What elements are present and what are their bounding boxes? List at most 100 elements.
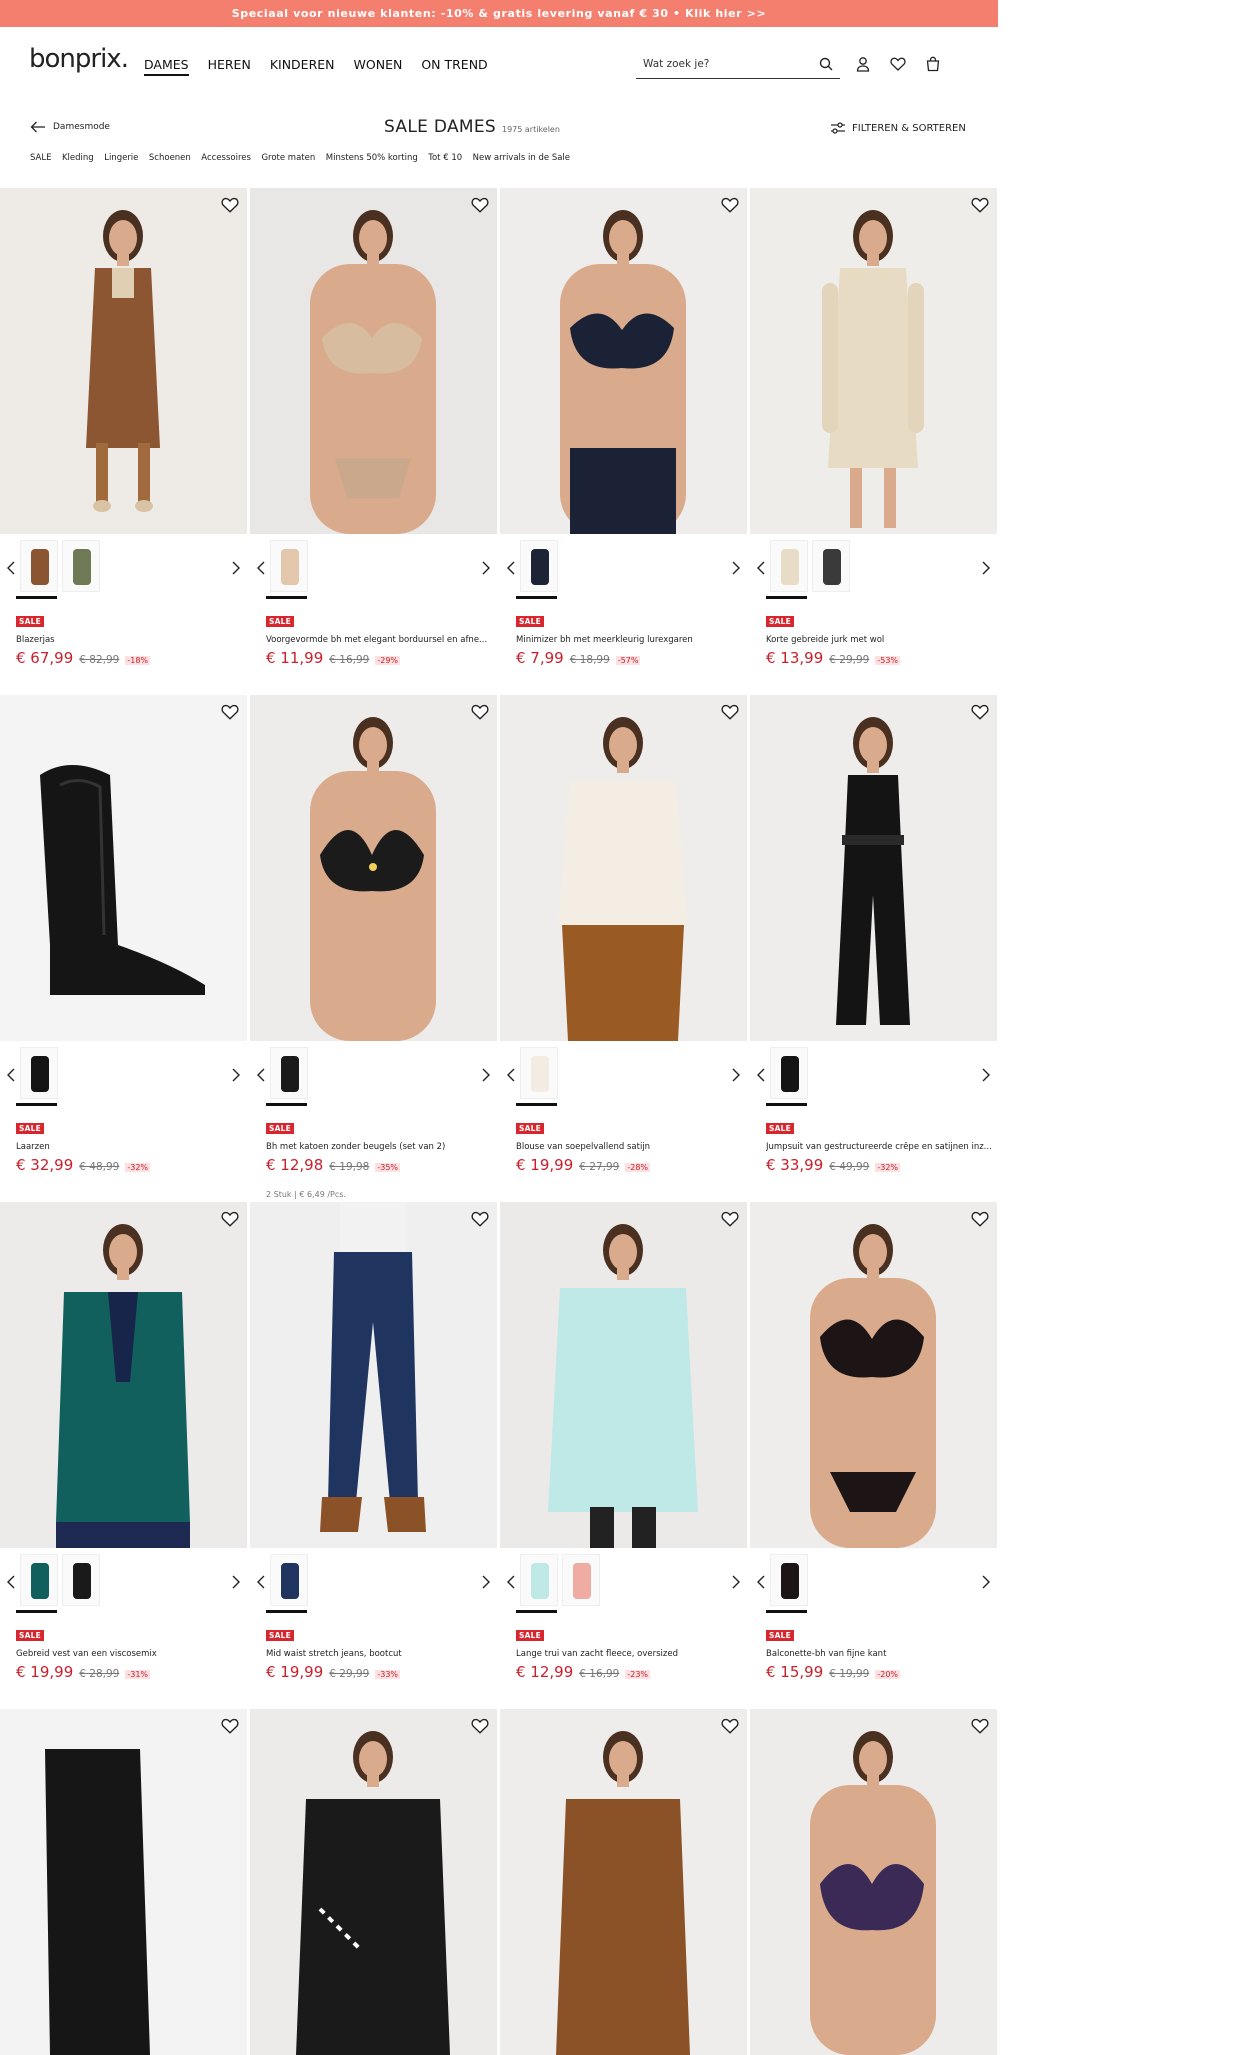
color-swatch[interactable] bbox=[270, 1047, 308, 1099]
search-icon[interactable] bbox=[819, 57, 833, 71]
wishlist-toggle[interactable] bbox=[721, 1210, 739, 1228]
product-card[interactable]: SALE Minimizer bh met meerkleurig lurexga… bbox=[500, 188, 747, 695]
wishlist-toggle[interactable] bbox=[971, 703, 989, 721]
product-card[interactable]: SALE Voorgevormde bh met elegant borduurs… bbox=[250, 188, 497, 695]
product-name[interactable]: Bh met katoen zonder beugels (set van 2) bbox=[266, 1142, 494, 1152]
product-card[interactable]: SALE Korte gebreide jurk met wol € 13,99 … bbox=[750, 188, 997, 695]
search-input[interactable] bbox=[636, 57, 811, 70]
product-name[interactable]: Minimizer bh met meerkleurig lurexgaren bbox=[516, 635, 744, 645]
color-swatch[interactable] bbox=[62, 1554, 100, 1606]
color-swatch[interactable] bbox=[20, 1047, 58, 1099]
chevron-left-icon[interactable] bbox=[505, 1067, 517, 1083]
product-name[interactable]: Blazerjas bbox=[16, 635, 244, 645]
chevron-right-icon[interactable] bbox=[730, 560, 742, 576]
wishlist-toggle[interactable] bbox=[721, 1717, 739, 1735]
chevron-left-icon[interactable] bbox=[255, 1067, 267, 1083]
product-image[interactable] bbox=[500, 1202, 747, 1548]
product-image[interactable] bbox=[250, 695, 497, 1041]
color-swatch[interactable] bbox=[520, 540, 558, 592]
product-image[interactable] bbox=[0, 1709, 247, 2055]
wishlist-toggle[interactable] bbox=[471, 1210, 489, 1228]
color-swatch[interactable] bbox=[20, 540, 58, 592]
category-link[interactable]: Grote maten bbox=[261, 153, 315, 163]
category-link[interactable]: Accessoires bbox=[201, 153, 251, 163]
wishlist-toggle[interactable] bbox=[221, 1210, 239, 1228]
color-swatch[interactable] bbox=[562, 1554, 600, 1606]
color-swatch[interactable] bbox=[270, 540, 308, 592]
product-card[interactable] bbox=[0, 1709, 247, 2055]
chevron-left-icon[interactable] bbox=[505, 1574, 517, 1590]
color-swatch[interactable] bbox=[270, 1554, 308, 1606]
category-link[interactable]: New arrivals in de Sale bbox=[473, 153, 570, 163]
wishlist-toggle[interactable] bbox=[971, 196, 989, 214]
product-name[interactable]: Blouse van soepelvallend satijn bbox=[516, 1142, 744, 1152]
cart-icon[interactable] bbox=[924, 55, 942, 73]
chevron-right-icon[interactable] bbox=[480, 1574, 492, 1590]
product-image[interactable] bbox=[750, 1202, 997, 1548]
chevron-right-icon[interactable] bbox=[480, 1067, 492, 1083]
wishlist-toggle[interactable] bbox=[971, 1717, 989, 1735]
product-name[interactable]: Korte gebreide jurk met wol bbox=[766, 635, 994, 645]
color-swatch[interactable] bbox=[770, 1047, 808, 1099]
chevron-right-icon[interactable] bbox=[980, 1067, 992, 1083]
chevron-right-icon[interactable] bbox=[480, 560, 492, 576]
product-card[interactable]: SALE Bh met katoen zonder beugels (set va… bbox=[250, 695, 497, 1202]
product-card[interactable]: SALE Balconette-bh van fijne kant € 15,99… bbox=[750, 1202, 997, 1709]
chevron-left-icon[interactable] bbox=[5, 1574, 17, 1590]
product-card[interactable]: SALE Mid waist stretch jeans, bootcut € 1… bbox=[250, 1202, 497, 1709]
chevron-left-icon[interactable] bbox=[755, 560, 767, 576]
product-image[interactable] bbox=[750, 1709, 997, 2055]
filter-sort-button[interactable]: FILTEREN & SORTEREN bbox=[830, 122, 966, 134]
wishlist-toggle[interactable] bbox=[471, 196, 489, 214]
color-swatch[interactable] bbox=[812, 540, 850, 592]
category-link[interactable]: Tot € 10 bbox=[428, 153, 462, 163]
chevron-right-icon[interactable] bbox=[230, 560, 242, 576]
product-name[interactable]: Voorgevormde bh met elegant borduursel e… bbox=[266, 635, 494, 645]
chevron-right-icon[interactable] bbox=[230, 1574, 242, 1590]
product-image[interactable] bbox=[0, 1202, 247, 1548]
product-image[interactable] bbox=[500, 695, 747, 1041]
category-link[interactable]: Schoenen bbox=[149, 153, 191, 163]
product-card[interactable] bbox=[500, 1709, 747, 2055]
promo-banner[interactable]: Speciaal voor nieuwe klanten: -10% & gra… bbox=[0, 0, 998, 27]
product-image[interactable] bbox=[0, 188, 247, 534]
nav-kinderen[interactable]: KINDEREN bbox=[270, 57, 335, 76]
color-swatch[interactable] bbox=[520, 1047, 558, 1099]
wishlist-toggle[interactable] bbox=[221, 196, 239, 214]
category-link[interactable]: SALE bbox=[30, 153, 51, 163]
wishlist-toggle[interactable] bbox=[971, 1210, 989, 1228]
category-link[interactable]: Kleding bbox=[62, 153, 94, 163]
product-card[interactable] bbox=[750, 1709, 997, 2055]
chevron-left-icon[interactable] bbox=[255, 560, 267, 576]
wishlist-icon[interactable] bbox=[889, 55, 907, 73]
wishlist-toggle[interactable] bbox=[221, 1717, 239, 1735]
product-name[interactable]: Laarzen bbox=[16, 1142, 244, 1152]
wishlist-toggle[interactable] bbox=[721, 196, 739, 214]
product-image[interactable] bbox=[0, 695, 247, 1041]
chevron-left-icon[interactable] bbox=[505, 560, 517, 576]
category-link[interactable]: Minstens 50% korting bbox=[326, 153, 418, 163]
product-image[interactable] bbox=[250, 188, 497, 534]
chevron-right-icon[interactable] bbox=[730, 1574, 742, 1590]
category-link[interactable]: Lingerie bbox=[104, 153, 138, 163]
nav-wonen[interactable]: WONEN bbox=[354, 57, 403, 76]
product-card[interactable]: SALE Jumpsuit van gestructureerde crêpe e… bbox=[750, 695, 997, 1202]
chevron-left-icon[interactable] bbox=[5, 1067, 17, 1083]
product-card[interactable]: SALE Laarzen € 32,99 € 48,99 -32% bbox=[0, 695, 247, 1202]
bonprix-logo[interactable]: bonprix. bbox=[29, 44, 129, 74]
chevron-right-icon[interactable] bbox=[230, 1067, 242, 1083]
chevron-left-icon[interactable] bbox=[755, 1574, 767, 1590]
nav-on-trend[interactable]: ON TREND bbox=[421, 57, 487, 76]
product-card[interactable]: SALE Gebreid vest van een viscosemix € 19… bbox=[0, 1202, 247, 1709]
chevron-right-icon[interactable] bbox=[730, 1067, 742, 1083]
wishlist-toggle[interactable] bbox=[471, 1717, 489, 1735]
chevron-left-icon[interactable] bbox=[255, 1574, 267, 1590]
account-icon[interactable] bbox=[854, 55, 872, 73]
product-name[interactable]: Jumpsuit van gestructureerde crêpe en sa… bbox=[766, 1142, 994, 1152]
color-swatch[interactable] bbox=[520, 1554, 558, 1606]
product-card[interactable] bbox=[250, 1709, 497, 2055]
chevron-right-icon[interactable] bbox=[980, 1574, 992, 1590]
product-image[interactable] bbox=[250, 1709, 497, 2055]
wishlist-toggle[interactable] bbox=[721, 703, 739, 721]
chevron-left-icon[interactable] bbox=[5, 560, 17, 576]
